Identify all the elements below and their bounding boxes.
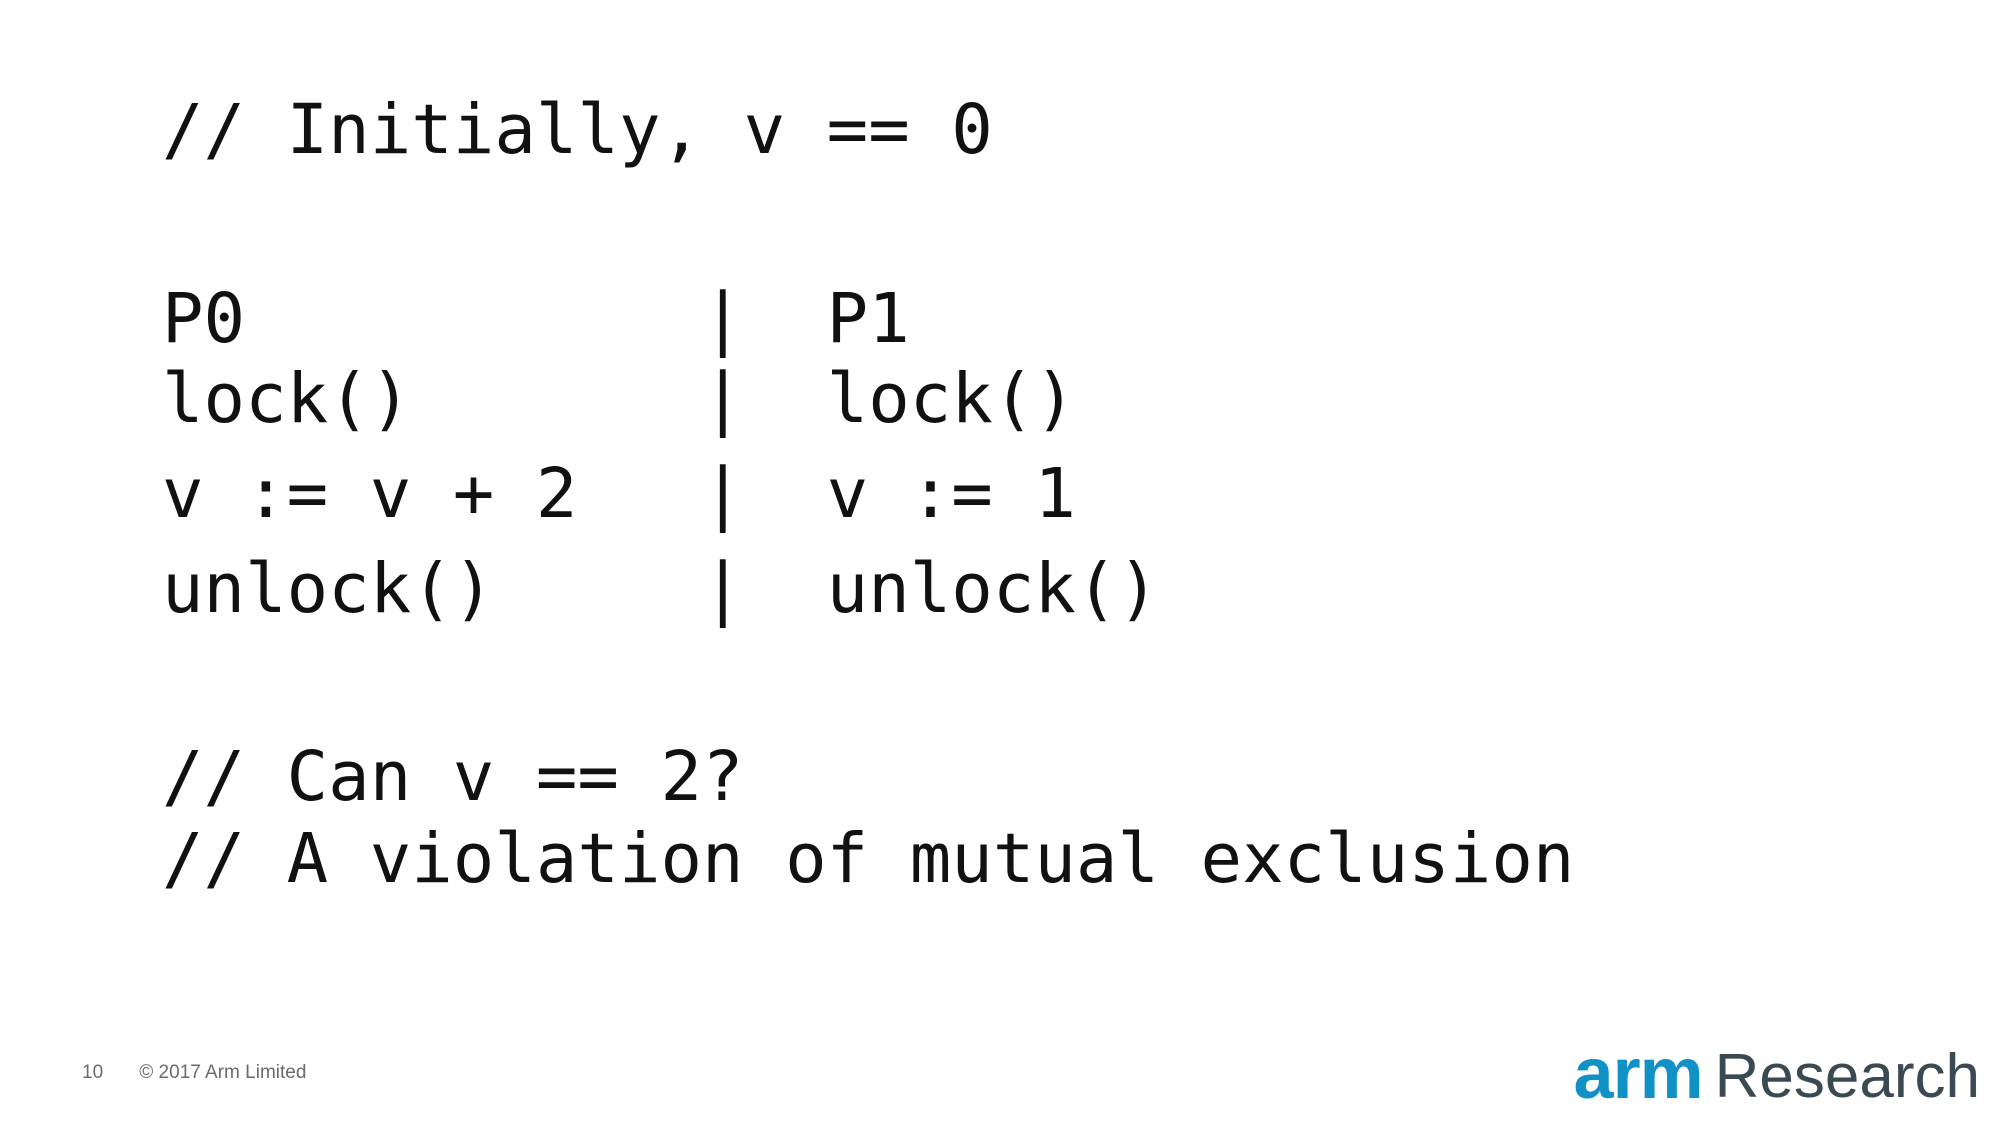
- initial-state-comment: // Initially, v == 0: [162, 90, 993, 170]
- copyright-notice: © 2017 Arm Limited: [139, 1062, 307, 1083]
- slide: // Initially, v == 0 P0 | P1 lock() | lo…: [0, 0, 2000, 1125]
- process-header-row: P0 | P1: [162, 279, 910, 359]
- page-number: 10: [82, 1062, 104, 1083]
- lock-row: lock() | lock(): [162, 359, 1076, 439]
- answer-comment: // A violation of mutual exclusion: [162, 819, 1575, 899]
- logo-brand: arm: [1573, 1034, 1704, 1114]
- question-comment: // Can v == 2?: [162, 737, 744, 817]
- unlock-row: unlock() | unlock(): [162, 549, 1159, 629]
- update-row: v := v + 2 | v := 1: [162, 454, 1076, 534]
- slide-footer: 10 © 2017 Arm Limited: [82, 1062, 306, 1084]
- arm-research-logo: arm Research: [1573, 1034, 1980, 1114]
- logo-division: Research: [1714, 1042, 1980, 1111]
